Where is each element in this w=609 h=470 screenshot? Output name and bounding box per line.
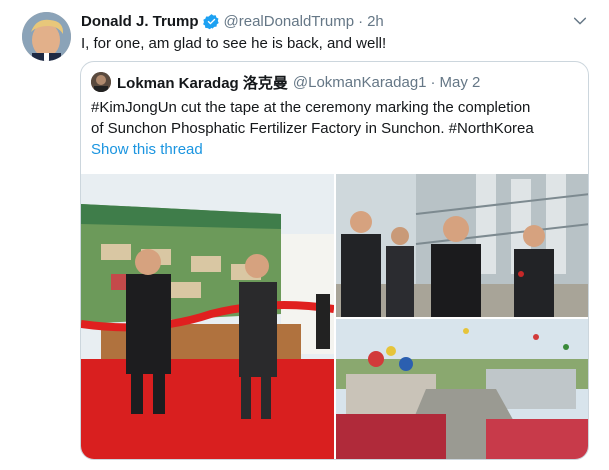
separator-dot: ·	[358, 12, 364, 30]
photo-officials-group[interactable]	[336, 174, 588, 317]
quoted-text-line: #KimJongUn cut the tape at the ceremony …	[91, 99, 531, 116]
photo-grid	[81, 174, 588, 459]
author-name[interactable]: Donald J. Trump	[81, 13, 199, 30]
quoted-author-name[interactable]: Lokman Karadag 洛克曼	[117, 72, 288, 93]
quoted-tweet[interactable]: Lokman Karadag 洛克曼 @LokmanKaradag1 · May…	[80, 61, 589, 460]
verified-badge-icon	[202, 13, 219, 29]
tweet-text: I, for one, am glad to see he is back, a…	[81, 35, 387, 52]
tweet-header: Donald J. Trump @realDonaldTrump · 2h	[81, 11, 384, 31]
quoted-tweet-text: #KimJongUn cut the tape at the ceremony …	[91, 97, 581, 139]
quoted-tweet-timestamp[interactable]: May 2	[440, 74, 481, 91]
photo-ribbon-cutting[interactable]	[81, 174, 334, 459]
author-avatar[interactable]	[22, 12, 71, 61]
show-thread-link[interactable]: Show this thread	[91, 141, 203, 158]
separator-dot: ·	[430, 73, 436, 91]
quoted-tweet-header: Lokman Karadag 洛克曼 @LokmanKaradag1 · May…	[117, 72, 480, 92]
tweet-timestamp[interactable]: 2h	[367, 13, 384, 30]
tweet[interactable]: Donald J. Trump @realDonaldTrump · 2h I,…	[0, 0, 609, 470]
quoted-author-handle[interactable]: @LokmanKaradag1	[293, 74, 427, 91]
quoted-text-line: of Sunchon Phosphatic Fertilizer Factory…	[91, 120, 534, 137]
author-handle[interactable]: @realDonaldTrump	[224, 13, 355, 30]
photo-ceremony-crowd[interactable]	[336, 319, 588, 459]
chevron-down-icon[interactable]	[572, 13, 588, 29]
quoted-author-avatar[interactable]	[91, 72, 111, 92]
